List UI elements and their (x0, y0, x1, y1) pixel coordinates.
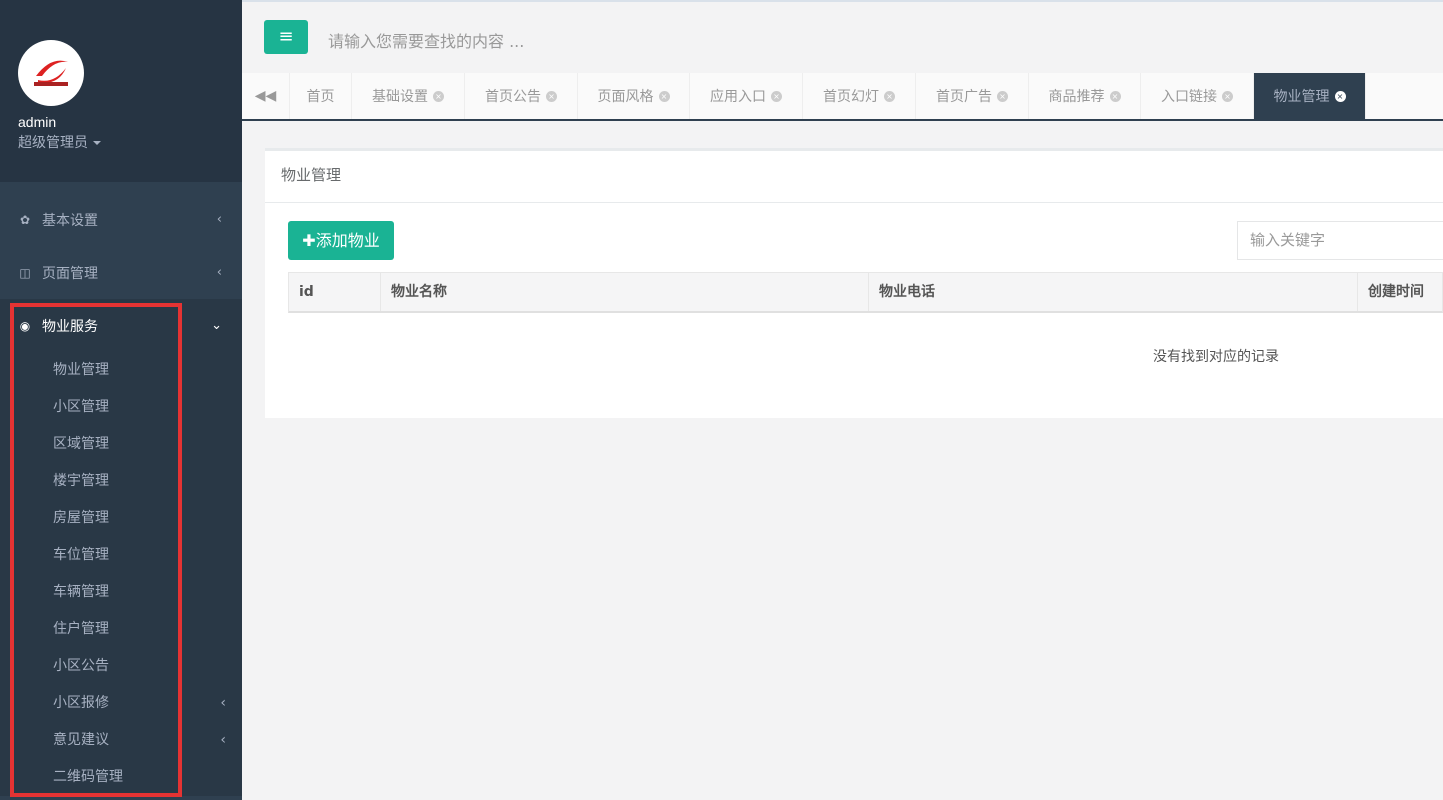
profile: admin 超级管理员 (0, 0, 242, 182)
tab[interactable]: 首页公告 × (465, 73, 578, 119)
user-role-dropdown[interactable]: 超级管理员 (18, 132, 242, 152)
submenu-item-label: 住户管理 (53, 621, 109, 637)
tab-label: 基础设置 (372, 89, 428, 105)
avatar-logo[interactable] (18, 40, 84, 106)
user-name: admin (18, 114, 57, 130)
chevron-left-icon: ‹ (216, 265, 222, 280)
submenu-item-label: 车辆管理 (53, 584, 109, 600)
top-navbar: ≡ 请输入您需要查找的内容 ... (242, 0, 1443, 73)
columns-icon: ◫ (19, 265, 31, 280)
tab[interactable]: 基础设置 × (352, 73, 465, 119)
submenu-item-label: 小区报修 (53, 695, 109, 711)
submenu-item[interactable]: 车辆管理 (0, 574, 242, 611)
submenu-item[interactable]: 区域管理 (0, 426, 242, 463)
tab[interactable]: 页面风格 × (578, 73, 690, 119)
chevron-left-icon: ‹ (220, 695, 226, 711)
chevron-left-icon: ‹ (216, 212, 222, 227)
submenu: 物业管理小区管理区域管理楼宇管理房屋管理车位管理车辆管理住户管理小区公告小区报修… (0, 352, 242, 796)
chevron-left-icon: ‹ (220, 732, 226, 748)
submenu-item-label: 车位管理 (53, 547, 109, 563)
submenu-item[interactable]: 小区报修 ‹ (0, 685, 242, 722)
tab-label: 首页广告 (936, 89, 992, 105)
tab-bar: ◀◀ 首页 基础设置 × 首页公告 × 页面风格 × 应用入口 × 首页幻灯 × 首页广告 × 商品推荐 ×… (242, 73, 1443, 121)
gear-icon: ✿ (19, 212, 31, 227)
tab[interactable]: 首页 (290, 73, 352, 119)
panel-title: 物业管理 (265, 151, 1443, 203)
tab[interactable]: 物业管理 × (1254, 73, 1366, 119)
content-panel: 物业管理 ✚添加物业 输入关键字 id 物业名称 物业电话 创建时间 没有找到对… (265, 148, 1443, 418)
close-tab-icon[interactable]: × (884, 90, 895, 102)
close-tab-icon[interactable]: × (546, 90, 557, 102)
submenu-item[interactable]: 二维码管理 (0, 759, 242, 796)
submenu-item[interactable]: 车位管理 (0, 537, 242, 574)
sidebar-item-label: 物业服务 (42, 318, 98, 335)
tab-label: 首页 (306, 89, 335, 105)
close-tab-icon[interactable]: × (1109, 90, 1121, 102)
sidebar-item-property-service[interactable]: ◉ 物业服务 ⌄ (0, 299, 242, 352)
sidebar-item-label: 基本设置 (42, 212, 98, 229)
double-chevron-left-icon: ◀◀ (254, 88, 277, 104)
submenu-item[interactable]: 房屋管理 (0, 500, 242, 537)
user-role: 超级管理员 (18, 135, 88, 151)
tabs-scroll-left-button[interactable]: ◀◀ (242, 73, 290, 119)
column-header-created[interactable]: 创建时间 (1358, 273, 1442, 311)
submenu-item-label: 房屋管理 (53, 510, 109, 526)
tab-label: 应用入口 (710, 89, 766, 105)
submenu-item[interactable]: 物业管理 (0, 352, 242, 389)
close-tab-icon[interactable]: × (433, 90, 444, 102)
submenu-item[interactable]: 小区公告 (0, 648, 242, 685)
submenu-item[interactable]: 意见建议 ‹ (0, 722, 242, 759)
caret-down-icon (93, 141, 101, 145)
add-property-label: 添加物业 (315, 231, 380, 250)
column-header-id[interactable]: id (289, 273, 381, 311)
close-tab-icon[interactable]: × (771, 90, 782, 102)
hamburger-icon: ≡ (278, 26, 294, 47)
submenu-item[interactable]: 楼宇管理 (0, 463, 242, 500)
chevron-down-icon: ⌄ (211, 318, 222, 333)
column-header-phone[interactable]: 物业电话 (869, 273, 1358, 311)
tab-label: 物业管理 (1273, 89, 1330, 105)
column-header-name[interactable]: 物业名称 (381, 273, 869, 311)
tab[interactable]: 首页广告 × (916, 73, 1029, 119)
sidebar-item-page-management[interactable]: ◫ 页面管理 ‹ (0, 246, 242, 299)
tab-label: 首页公告 (485, 89, 541, 105)
close-tab-icon[interactable]: × (658, 90, 670, 102)
life-ring-icon: ◉ (19, 318, 31, 333)
tab[interactable]: 应用入口 × (690, 73, 803, 119)
empty-message: 没有找到对应的记录 (1153, 349, 1279, 365)
tab-label: 商品推荐 (1048, 89, 1105, 105)
tab-label: 入口链接 (1161, 89, 1217, 105)
tab-label: 首页幻灯 (823, 89, 879, 105)
submenu-item-label: 意见建议 (53, 732, 109, 748)
sidebar: admin 超级管理员 ✿ 基本设置 ‹ ◫ 页面管理 ‹ ◉ 物业服务 ⌄ 物业管理小区管… (0, 0, 242, 800)
close-tab-icon[interactable]: × (1222, 90, 1233, 102)
submenu-item[interactable]: 小区管理 (0, 389, 242, 426)
sidebar-item-label: 页面管理 (42, 265, 98, 282)
submenu-item-label: 二维码管理 (53, 769, 123, 785)
tab[interactable]: 入口链接 × (1141, 73, 1254, 119)
tab[interactable]: 首页幻灯 × (803, 73, 916, 119)
submenu-item-label: 区域管理 (53, 436, 109, 452)
submenu-item-label: 物业管理 (53, 362, 109, 378)
menu-toggle-button[interactable]: ≡ (264, 20, 308, 54)
plus-icon: ✚ (302, 231, 316, 250)
sidebar-item-basic-settings[interactable]: ✿ 基本设置 ‹ (0, 193, 242, 246)
tab[interactable]: 商品推荐 × (1029, 73, 1141, 119)
tab-label: 页面风格 (597, 89, 654, 105)
submenu-item-label: 楼宇管理 (53, 473, 109, 489)
close-tab-icon[interactable]: × (1334, 90, 1346, 102)
close-tab-icon[interactable]: × (997, 90, 1008, 102)
table-header: id 物业名称 物业电话 创建时间 (288, 272, 1443, 313)
add-property-button[interactable]: ✚添加物业 (288, 221, 394, 260)
submenu-item-label: 小区公告 (53, 658, 109, 674)
keyword-search-input[interactable]: 输入关键字 (1237, 221, 1443, 260)
submenu-item[interactable]: 住户管理 (0, 611, 242, 648)
submenu-item-label: 小区管理 (53, 399, 109, 415)
global-search-input[interactable]: 请输入您需要查找的内容 ... (328, 28, 524, 52)
